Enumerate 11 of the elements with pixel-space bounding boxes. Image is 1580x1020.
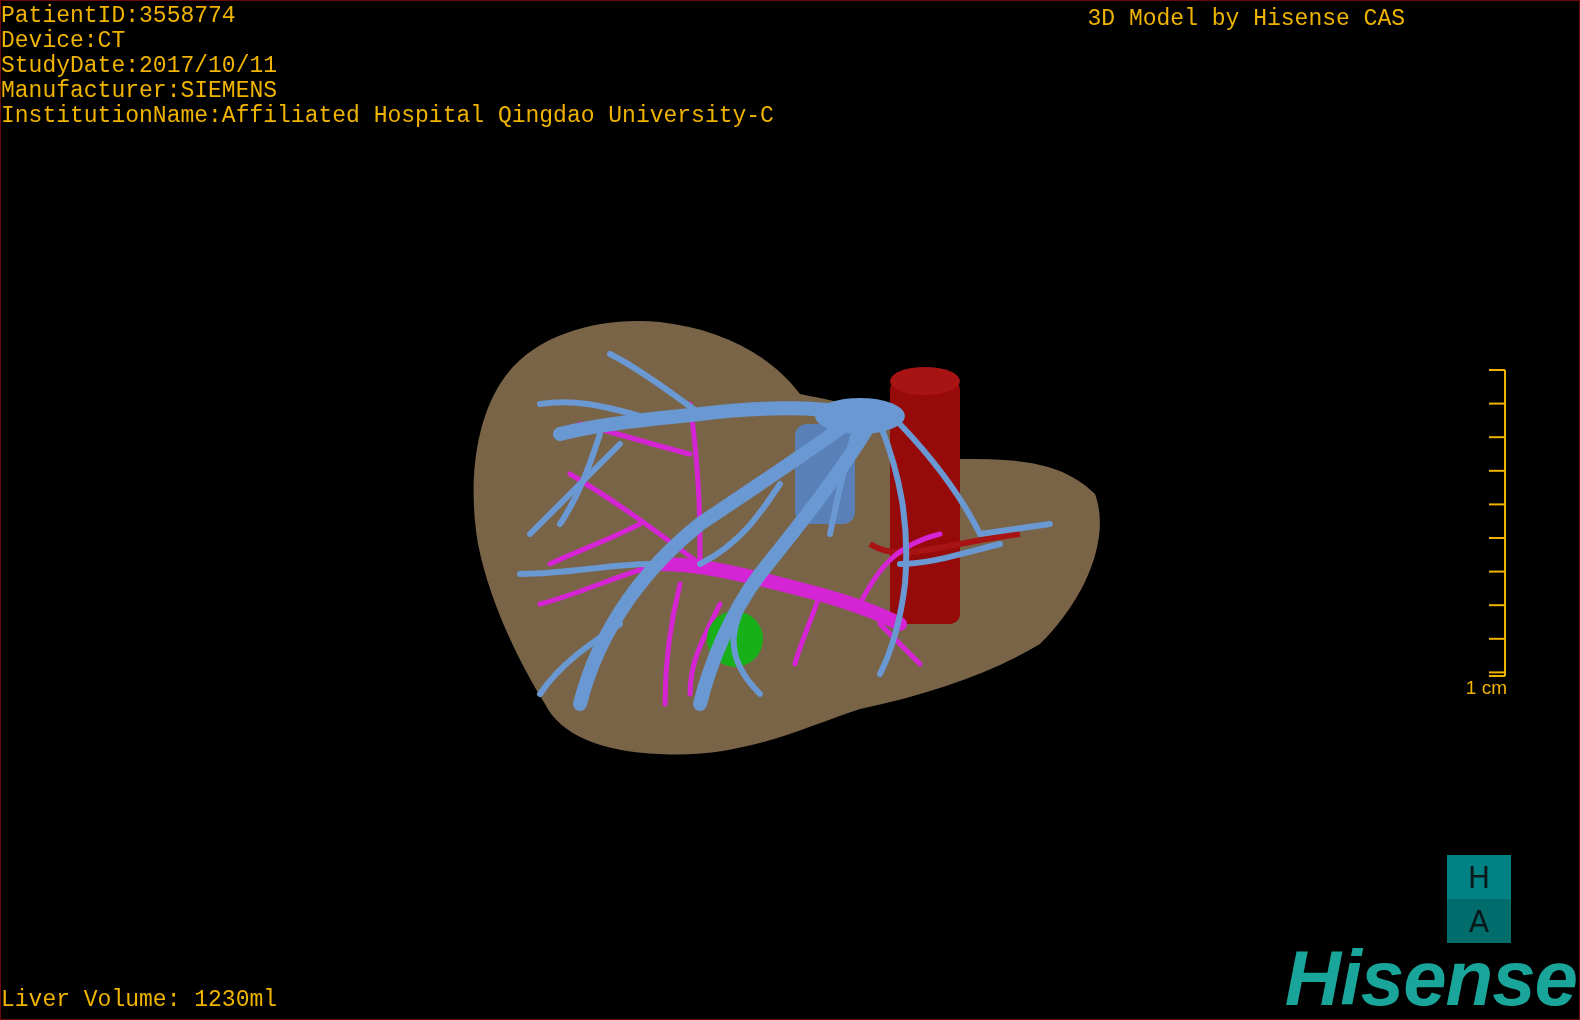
scale-label: 1 cm xyxy=(1465,677,1507,699)
patient-info-text: InstitutionName:Affiliated Hospital Qingdao University-C xyxy=(1,104,774,129)
brand-wordmark: Hisense xyxy=(1284,943,1577,1013)
badge-letter: A xyxy=(1447,899,1511,943)
liver-volume-text: Liver Volume: 1230ml xyxy=(1,988,278,1013)
patient-info-text: StudyDate:2017/10/11 xyxy=(1,54,279,79)
patient-info-text: PatientID:3558774 xyxy=(1,4,237,29)
patient-info-text: Manufacturer:SIEMENS xyxy=(1,79,279,104)
patient-info-text: Device:CT xyxy=(1,29,127,54)
viewer-title: 3D Model by Hisense CAS xyxy=(1087,7,1405,32)
badge-letter: H xyxy=(1447,855,1511,899)
